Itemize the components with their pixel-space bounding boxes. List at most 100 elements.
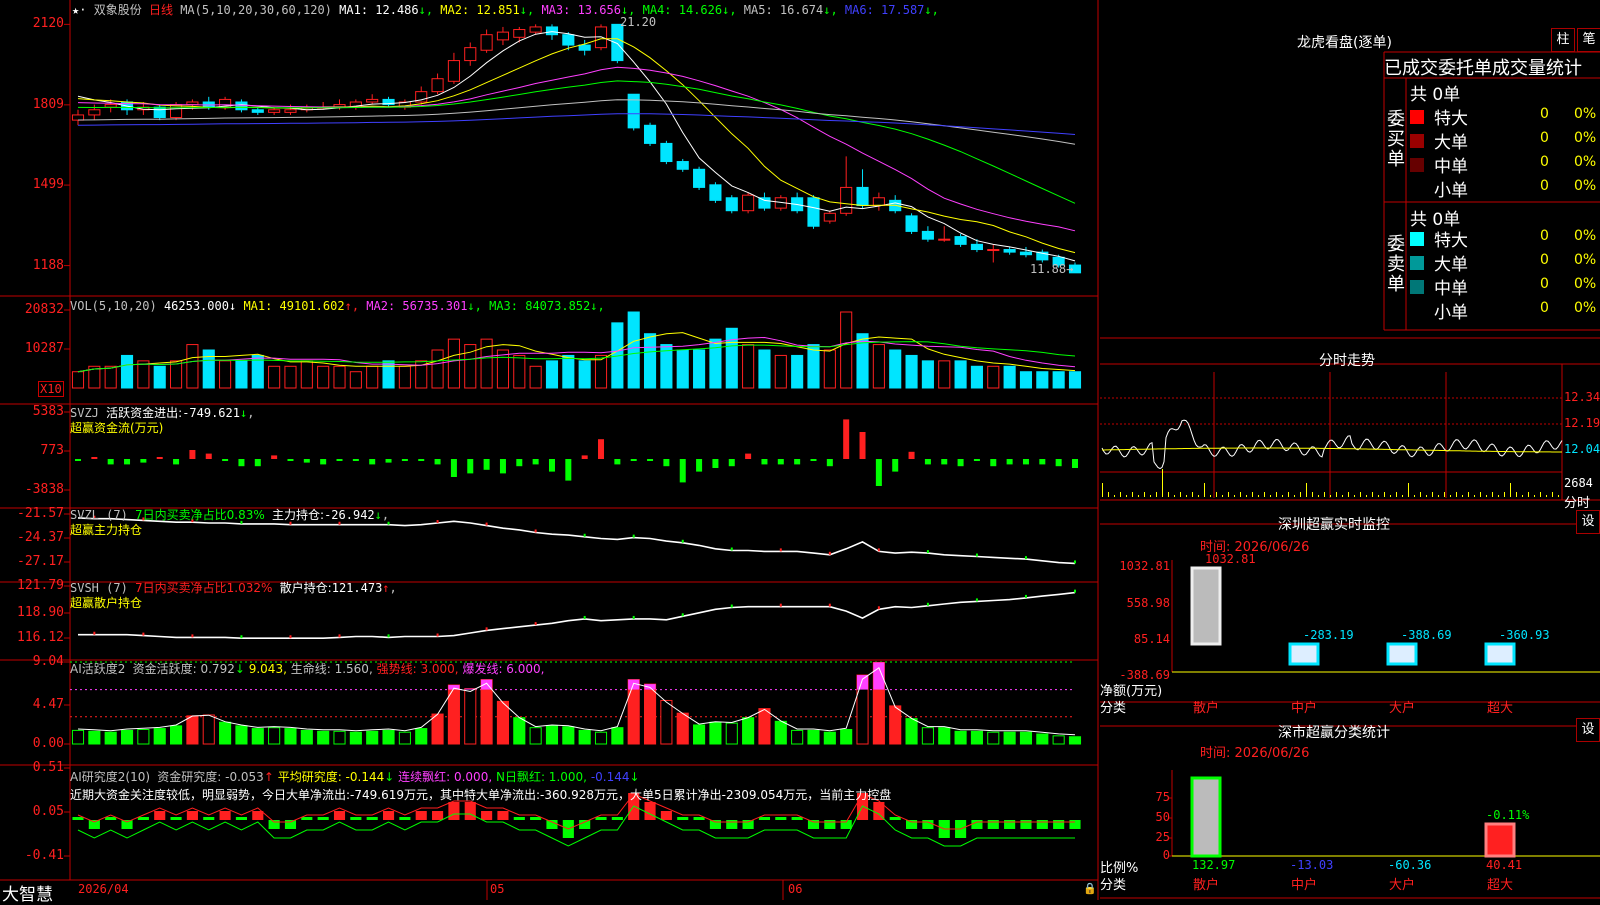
research-bar — [824, 820, 836, 829]
monitor-xlabel: 分类 — [1100, 701, 1127, 716]
price-tick-3: 1499 — [32, 177, 64, 193]
ma-arrow-1: ↓, — [418, 3, 434, 17]
intraday-volume-bar — [1258, 495, 1259, 497]
volume-bar — [349, 371, 362, 389]
volume-bar — [905, 354, 918, 389]
fund-flow-bar — [990, 459, 997, 467]
order-count: 0 — [1540, 106, 1549, 122]
buy-total: 共 0单 — [1410, 85, 1461, 105]
candle-body — [611, 23, 624, 62]
research-bar — [333, 811, 346, 820]
intraday-volume-bar — [1252, 492, 1253, 497]
fund-flow-bar — [1006, 459, 1013, 465]
main-holding-line — [77, 517, 1076, 565]
order-count: 0 — [1540, 276, 1549, 292]
fund-flow-bar — [548, 459, 555, 472]
volume-bar — [300, 360, 313, 389]
candle-body — [562, 34, 575, 46]
date-m1: 05 — [490, 882, 505, 896]
lock-icon[interactable]: 🔒 — [1083, 882, 1097, 895]
retail-holding-tick — [1024, 594, 1027, 598]
fund-flow-bar — [173, 459, 180, 465]
monitor-bar-4 — [1484, 642, 1516, 666]
ma-value-5: MA5: 16.674 — [736, 3, 824, 17]
svsh-tick-2: 118.90 — [17, 605, 64, 620]
activity-bar — [153, 728, 166, 745]
order-count: 0 — [1540, 178, 1549, 194]
ai-items: 资金活跃度: 0.792↓ 9.043, 生命线: 1.560, 强势线: 3.… — [133, 662, 545, 676]
research-bar — [906, 820, 918, 829]
period-label[interactable]: 日线 — [149, 3, 173, 17]
research-bar — [252, 811, 264, 820]
fund-flow-bar — [728, 459, 735, 467]
right-panel: 龙虎看盘(逐单) 柱 笔 已成交委托单成交量统计 委买单 共 0单 特大 0 0% 大… — [1100, 0, 1600, 900]
class-value-3: -60.36 — [1388, 858, 1432, 872]
research-bar — [497, 811, 509, 820]
activity-bar — [415, 728, 428, 745]
order-view-button[interactable]: 笔 — [1577, 28, 1600, 52]
intraday-volume-bar — [1300, 492, 1301, 497]
svsh-tick-1: 121.79 — [17, 578, 64, 593]
activity-bar — [349, 731, 362, 745]
intraday-volume-bar — [1402, 495, 1403, 497]
monitor-bar-1 — [1190, 566, 1222, 646]
activity-bar — [251, 728, 264, 745]
intraday-volume-bar — [1246, 495, 1247, 497]
research-bar — [186, 811, 198, 820]
research-bar — [709, 820, 721, 829]
volume-bar — [823, 349, 836, 389]
star-icon[interactable]: ★· — [72, 3, 86, 17]
class-settings-button[interactable]: 设 — [1576, 718, 1600, 742]
volume-bar — [693, 349, 706, 389]
research-bar — [1053, 820, 1065, 829]
fund-flow-bar — [352, 459, 359, 461]
monitor-settings-button[interactable]: 设 — [1576, 510, 1600, 534]
svsh-subtitle-label: 散户持仓: — [279, 581, 332, 595]
intraday-volume-bar — [1438, 495, 1439, 497]
activity-bar — [1003, 731, 1016, 745]
intraday-volume-bar — [1522, 495, 1523, 497]
activity-bar — [807, 729, 820, 745]
vol-ma-value-2: MA2: 56735.301 — [359, 299, 468, 313]
volume-bar — [807, 344, 820, 389]
volume-bar — [382, 360, 395, 389]
candle-body — [758, 197, 771, 209]
research-bar — [399, 817, 411, 820]
air-item-arrow-5: ↓ — [629, 770, 640, 784]
main-holding-tick — [436, 520, 439, 524]
class-top-label-4: -0.11% — [1486, 808, 1530, 822]
intraday-price-line — [1101, 419, 1563, 470]
intraday-volume-bar — [1444, 492, 1445, 497]
activity-bar — [578, 729, 591, 745]
intraday-volume-bar — [1426, 495, 1427, 497]
volume-bar — [889, 349, 902, 389]
fund-flow-bar — [205, 453, 212, 459]
intraday-volume-bar — [1324, 492, 1325, 497]
candle-body — [676, 161, 689, 170]
candle-body — [725, 197, 738, 212]
research-bar — [595, 817, 607, 820]
chart-area[interactable] — [0, 0, 1100, 900]
fund-flow-bar — [303, 459, 310, 463]
activity-bar — [774, 720, 787, 745]
fund-flow-bar — [483, 459, 490, 470]
activity-bar — [709, 721, 722, 745]
volume-bar — [284, 365, 297, 389]
vol-tick-1: 20832 — [24, 302, 64, 317]
research-bar — [660, 811, 672, 820]
volume-bar — [1019, 371, 1033, 389]
activity-bar — [464, 688, 477, 745]
air-comment: 近期大资金关注度较低，明显弱势，今日大单净流出:-749.619万元，其中特大单… — [70, 788, 892, 802]
activity-bar — [611, 727, 624, 745]
volume-bar — [1036, 371, 1049, 389]
main-holding-tick — [877, 548, 880, 552]
intraday-volume-bar — [1546, 495, 1547, 497]
order-color-swatch — [1410, 158, 1424, 172]
bar-view-button[interactable]: 柱 — [1551, 28, 1575, 52]
intraday-volume-bar — [1456, 492, 1457, 497]
retail-holding-tick — [240, 635, 243, 639]
intraday-volume-bar — [1240, 492, 1241, 497]
candle-body — [170, 104, 183, 119]
trading-terminal: ★· 双象股份 日线 MA(5,10,20,30,60,120) MA1: 12… — [0, 0, 1600, 905]
intraday-volume-bar — [1432, 492, 1433, 497]
